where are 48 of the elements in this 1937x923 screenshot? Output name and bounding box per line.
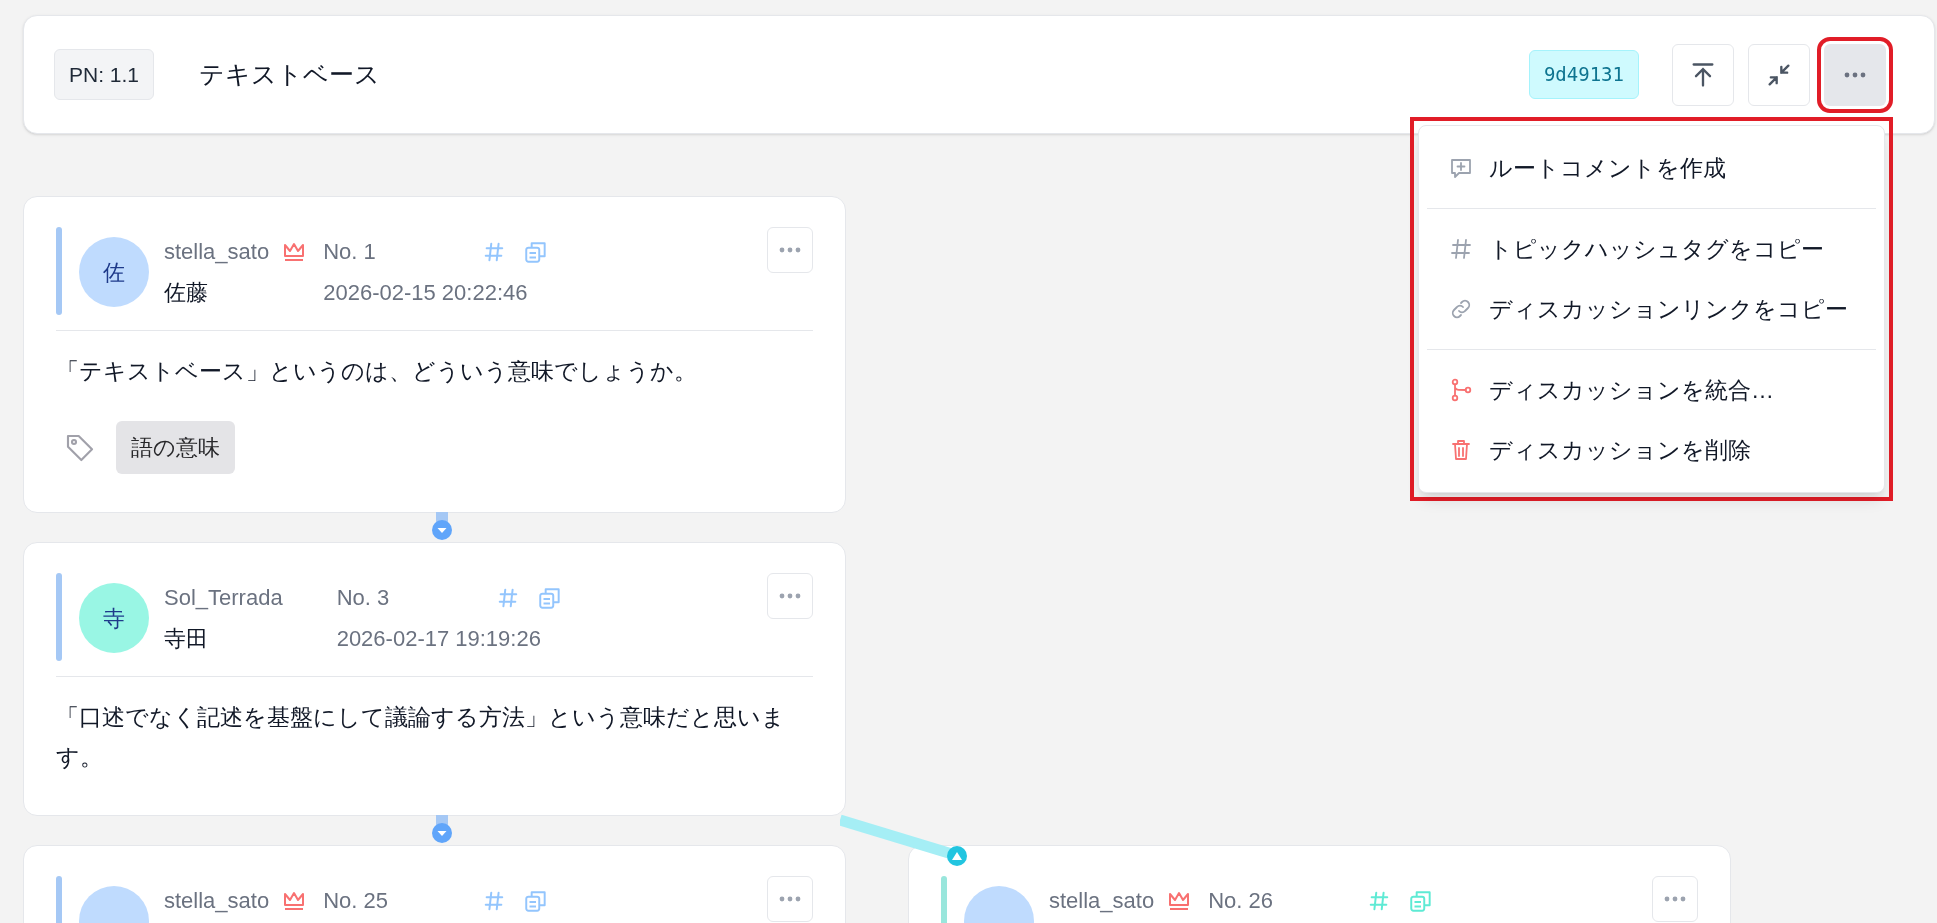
hash-badge: 9d49131 — [1528, 50, 1639, 99]
post-number: No. 25 — [323, 887, 389, 915]
crown-icon — [1168, 890, 1191, 911]
comment-text: 「テキストベース」というのは、どういう意味でしょうか。 — [56, 357, 698, 386]
avatar: 佐 — [79, 237, 149, 307]
hash-icon[interactable] — [483, 889, 506, 912]
hash-icon[interactable] — [1368, 889, 1391, 912]
more-button[interactable] — [767, 876, 813, 922]
branch-icon — [1449, 378, 1473, 402]
topic-title: テキストベース — [199, 58, 381, 90]
username: Sol_Terrada — [164, 584, 283, 612]
post-number: No. 3 — [336, 584, 391, 612]
scroll-top-button[interactable] — [1672, 43, 1734, 106]
hash-icon — [1449, 237, 1473, 261]
crown-icon — [283, 241, 306, 262]
menu-item[interactable]: ルートコメントを作成 — [1427, 138, 1876, 198]
menu-item[interactable]: トピックハッシュタグをコピー — [1427, 219, 1876, 279]
comment-plus-icon — [1449, 156, 1473, 180]
timestamp: 2026-02-17 19:19:26 — [336, 625, 542, 653]
more-icon — [1844, 71, 1866, 78]
timestamp: 2026-02-15 20:22:46 — [323, 279, 529, 307]
avatar: 寺 — [79, 583, 149, 653]
menu-item[interactable]: ディスカッションを削除 — [1427, 420, 1876, 480]
post-number: No. 1 — [323, 238, 377, 266]
username: stella_sato — [164, 238, 270, 266]
more-icon — [779, 593, 801, 599]
more-icon — [1664, 896, 1686, 902]
collapse-button[interactable] — [1748, 43, 1810, 106]
post-number: No. 26 — [1208, 887, 1274, 915]
more-button[interactable] — [767, 573, 813, 619]
trash-icon — [1449, 438, 1473, 462]
crown-icon — [283, 890, 306, 911]
display-name: 佐藤 — [164, 279, 209, 307]
more-icon — [779, 247, 801, 253]
comment-text: 「口述でなく記述を基盤にして議論する方法」という意味だと思います。 — [56, 703, 786, 772]
link-icon — [1449, 297, 1473, 321]
more-button[interactable] — [1652, 876, 1698, 922]
more-button[interactable] — [767, 227, 813, 273]
menu-item[interactable]: ディスカッションリンクをコピー — [1427, 279, 1876, 339]
more-icon — [779, 896, 801, 902]
hash-icon[interactable] — [483, 240, 506, 263]
hash-icon[interactable] — [496, 586, 519, 609]
tag-chip[interactable]: 語の意味 — [116, 421, 235, 474]
username: stella_sato — [164, 887, 270, 915]
display-name: 寺田 — [164, 625, 209, 653]
username: stella_sato — [1049, 887, 1155, 915]
menu-item[interactable]: ディスカッションを統合… — [1427, 360, 1876, 420]
pn-badge: PN: 1.1 — [54, 48, 155, 101]
